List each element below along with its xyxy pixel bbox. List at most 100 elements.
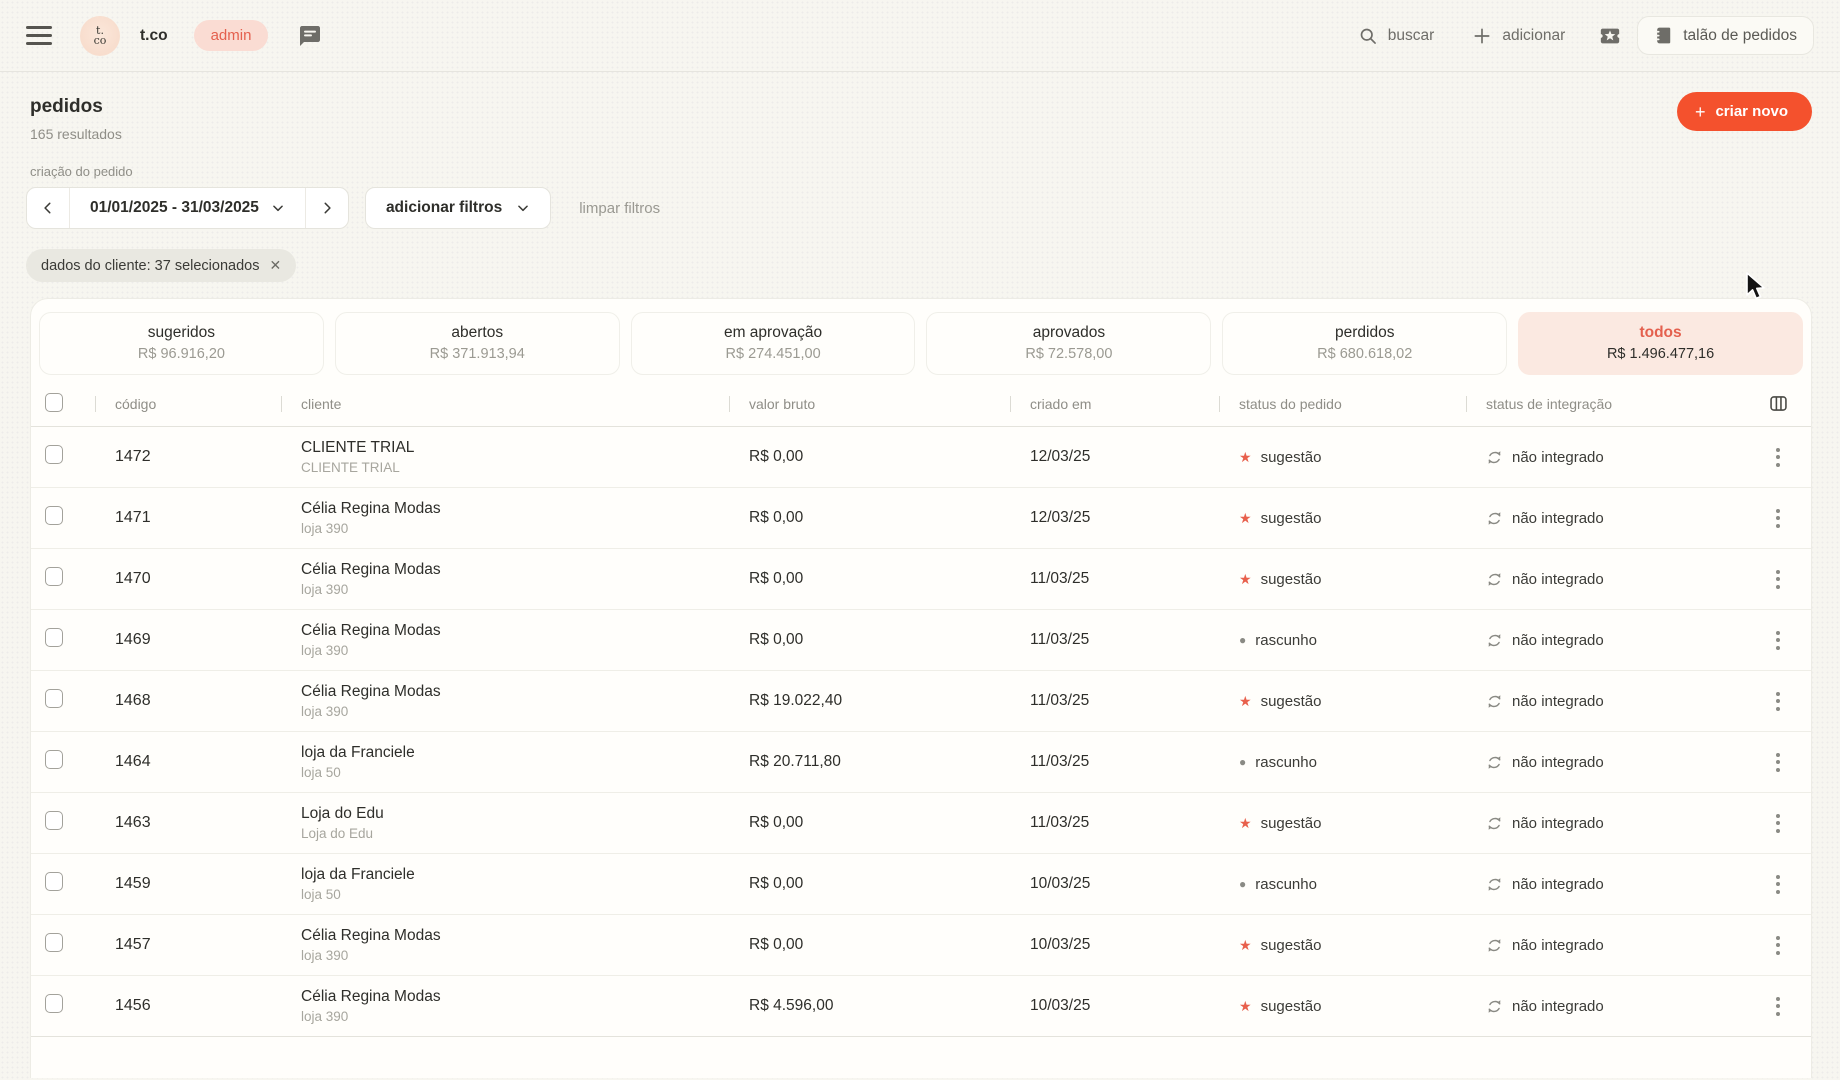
sync-icon [1486,754,1503,771]
created-at: 12/03/25 [1010,509,1219,527]
row-menu-button[interactable] [1770,564,1786,595]
create-new-button[interactable]: + criar novo [1677,92,1812,131]
summary-card[interactable]: aprovados R$ 72.578,00 [926,312,1211,375]
client-name: CLIENTE TRIAL [301,439,729,457]
topbar: t. co t.co admin buscar adicionar [0,0,1840,72]
order-book-button[interactable]: talão de pedidos [1637,16,1814,55]
hamburger-menu-icon[interactable] [26,26,52,45]
table-header: código cliente valor bruto criado em sta… [31,381,1811,427]
column-header-order-status[interactable]: status do pedido [1219,396,1466,412]
star-icon: ★ [1239,938,1252,952]
row-checkbox[interactable] [45,750,63,769]
summary-card-value: R$ 680.618,02 [1231,346,1498,362]
table-row[interactable]: 1456 Célia Regina Modas loja 390 R$ 4.59… [31,976,1811,1037]
column-header-client[interactable]: cliente [281,396,729,412]
order-status-label: rascunho [1255,632,1317,649]
integration-status-label: não integrado [1512,632,1604,649]
row-checkbox[interactable] [45,933,63,952]
table-row[interactable]: 1463 Loja do Edu Loja do Edu R$ 0,00 11/… [31,793,1811,854]
plus-icon [1472,26,1492,46]
filter-row: 01/01/2025 - 31/03/2025 adicionar filtro… [26,187,1840,229]
gross-value: R$ 19.022,40 [729,692,1010,710]
order-code: 1464 [95,753,281,771]
row-menu-button[interactable] [1770,869,1786,900]
previous-period-button[interactable] [27,188,69,228]
column-settings-button[interactable] [1745,393,1811,414]
row-menu-button[interactable] [1770,625,1786,656]
chat-button[interactable] [298,24,322,48]
summary-card[interactable]: sugeridos R$ 96.916,20 [39,312,324,375]
date-range-dropdown[interactable]: 01/01/2025 - 31/03/2025 [69,188,306,228]
row-checkbox[interactable] [45,811,63,830]
row-checkbox[interactable] [45,567,63,586]
table-row[interactable]: 1468 Célia Regina Modas loja 390 R$ 19.0… [31,671,1811,732]
summary-card-label: em aprovação [640,324,907,342]
row-menu-button[interactable] [1770,930,1786,961]
column-header-integration-status[interactable]: status de integração [1466,396,1745,412]
row-menu-button[interactable] [1770,808,1786,839]
chip-close-icon[interactable]: ✕ [269,257,281,274]
client-name: Célia Regina Modas [301,927,729,945]
order-book-label: talão de pedidos [1683,27,1797,45]
sync-icon [1486,998,1503,1015]
select-all-checkbox[interactable] [45,393,63,412]
row-checkbox[interactable] [45,872,63,891]
integration-status-label: não integrado [1512,754,1604,771]
integration-status-label: não integrado [1512,998,1604,1015]
row-checkbox[interactable] [45,689,63,708]
clear-filters-link[interactable]: limpar filtros [579,200,660,217]
summary-card[interactable]: perdidos R$ 680.618,02 [1222,312,1507,375]
integration-status-label: não integrado [1512,815,1604,832]
search-label: buscar [1388,27,1435,45]
dot-icon: ● [1239,756,1246,768]
summary-card[interactable]: abertos R$ 371.913,94 [335,312,620,375]
created-at: 11/03/25 [1010,753,1219,771]
order-code: 1471 [95,509,281,527]
add-filters-button[interactable]: adicionar filtros [365,187,551,229]
table-row[interactable]: 1471 Célia Regina Modas loja 390 R$ 0,00… [31,488,1811,549]
table-row[interactable]: 1457 Célia Regina Modas loja 390 R$ 0,00… [31,915,1811,976]
favorites-button[interactable] [1599,25,1621,47]
order-status-label: sugestão [1261,998,1322,1015]
order-code: 1457 [95,936,281,954]
chevron-right-icon [320,201,334,215]
table-row[interactable]: 1459 loja da Franciele loja 50 R$ 0,00 1… [31,854,1811,915]
table-row[interactable]: 1464 loja da Franciele loja 50 R$ 20.711… [31,732,1811,793]
row-menu-button[interactable] [1770,747,1786,778]
search-button[interactable]: buscar [1358,26,1435,46]
table-body: 1472 CLIENTE TRIAL CLIENTE TRIAL R$ 0,00… [31,427,1811,1037]
column-header-created-at[interactable]: criado em [1010,396,1219,412]
star-icon: ★ [1239,450,1252,464]
gross-value: R$ 20.711,80 [729,753,1010,771]
add-button[interactable]: adicionar [1472,26,1565,46]
client-name: loja da Franciele [301,866,729,884]
summary-card[interactable]: todos R$ 1.496.477,16 [1518,312,1803,375]
admin-badge[interactable]: admin [194,20,269,51]
next-period-button[interactable] [306,188,348,228]
columns-icon [1768,393,1789,414]
table-row[interactable]: 1469 Célia Regina Modas loja 390 R$ 0,00… [31,610,1811,671]
brand-logo[interactable]: t. co [80,16,120,56]
row-menu-button[interactable] [1770,991,1786,1022]
column-header-gross-value[interactable]: valor bruto [729,396,1010,412]
client-subtitle: Loja do Edu [301,826,729,841]
summary-card[interactable]: em aprovação R$ 274.451,00 [631,312,916,375]
row-menu-button[interactable] [1770,503,1786,534]
row-menu-button[interactable] [1770,442,1786,473]
filter-chip-client-data[interactable]: dados do cliente: 37 selecionados ✕ [26,249,296,282]
filter-section-label: criação do pedido [30,164,1840,179]
orders-panel: sugeridos R$ 96.916,20 abertos R$ 371.91… [30,298,1812,1078]
integration-status-label: não integrado [1512,876,1604,893]
row-checkbox[interactable] [45,506,63,525]
create-new-label: criar novo [1715,103,1788,120]
row-menu-button[interactable] [1770,686,1786,717]
row-checkbox[interactable] [45,628,63,647]
column-header-code[interactable]: código [95,396,281,412]
table-row[interactable]: 1472 CLIENTE TRIAL CLIENTE TRIAL R$ 0,00… [31,427,1811,488]
gross-value: R$ 0,00 [729,448,1010,466]
row-checkbox[interactable] [45,445,63,464]
row-checkbox[interactable] [45,994,63,1013]
table-row[interactable]: 1470 Célia Regina Modas loja 390 R$ 0,00… [31,549,1811,610]
order-code: 1470 [95,570,281,588]
gross-value: R$ 0,00 [729,814,1010,832]
